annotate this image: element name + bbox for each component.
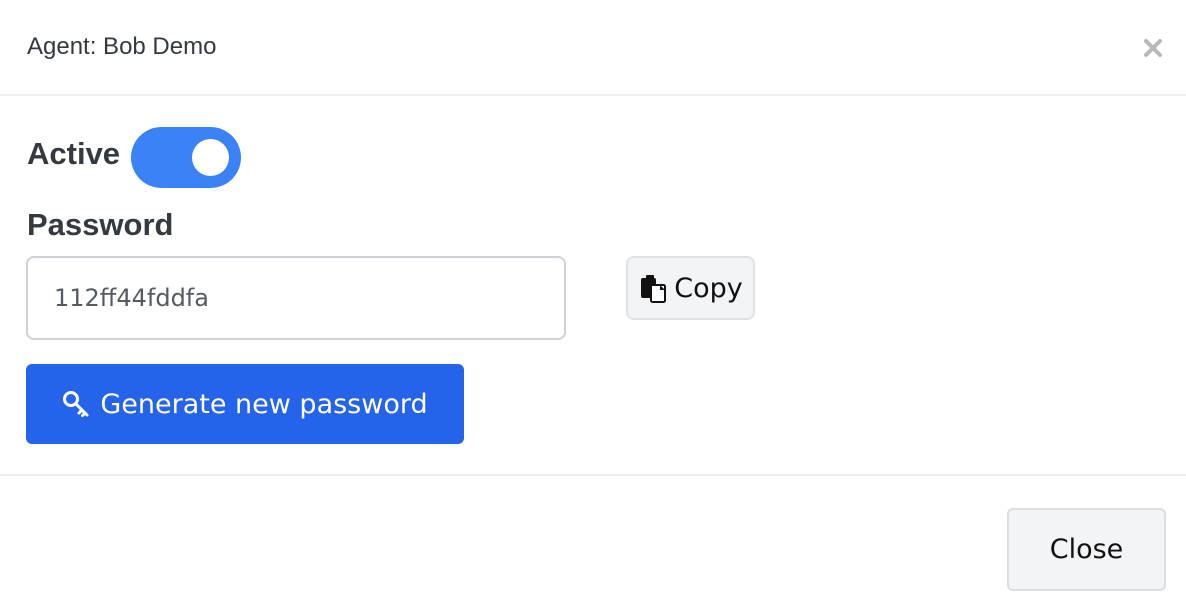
- active-label: Active: [27, 136, 121, 171]
- agent-modal: Agent: Bob Demo Active Password Copy: [0, 0, 1186, 612]
- generate-button-label: Generate new password: [100, 388, 428, 420]
- toggle-knob: [192, 139, 229, 176]
- modal-footer: Close: [0, 474, 1186, 612]
- modal-header: Agent: Bob Demo: [0, 0, 1186, 96]
- modal-title: Agent: Bob Demo: [27, 33, 217, 60]
- password-input[interactable]: [26, 256, 566, 340]
- active-toggle[interactable]: [131, 127, 241, 188]
- close-icon[interactable]: [1141, 36, 1165, 60]
- clipboard-icon: [638, 273, 668, 303]
- close-button[interactable]: Close: [1007, 508, 1166, 591]
- key-icon: [62, 390, 90, 418]
- copy-button[interactable]: Copy: [626, 256, 755, 320]
- modal-body: Active Password Copy: [0, 96, 1186, 474]
- generate-password-button[interactable]: Generate new password: [26, 364, 464, 444]
- copy-button-label: Copy: [674, 272, 743, 304]
- password-label: Password: [27, 207, 174, 242]
